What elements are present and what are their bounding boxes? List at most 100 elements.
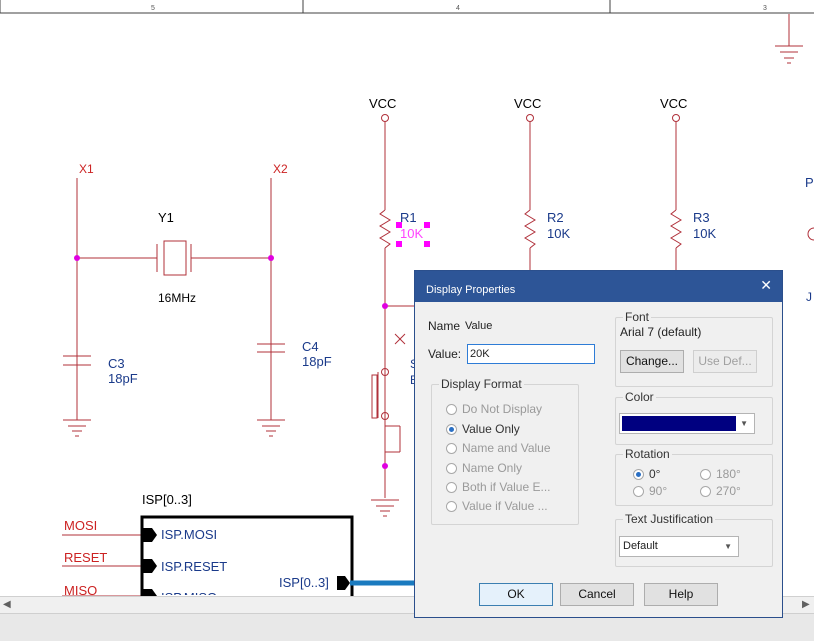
font-title: Font: [623, 310, 652, 324]
resistor-r1-value[interactable]: 10K: [400, 227, 423, 240]
close-icon[interactable]: ✕: [760, 277, 772, 294]
crystal-value[interactable]: 16MHz: [158, 292, 196, 304]
text-justification-title: Text Justification: [623, 512, 716, 526]
radio-label: Name and Value: [462, 441, 551, 455]
ruler-zone-5: 5: [151, 5, 155, 12]
resistor-r3-value[interactable]: 10K: [693, 227, 716, 240]
vcc-label-r2: VCC: [514, 96, 542, 111]
capacitor-c4-value[interactable]: 18pF: [302, 355, 332, 368]
resistor-r3-symbol[interactable]: [670, 209, 682, 249]
scroll-left-icon[interactable]: ◀: [3, 599, 11, 610]
help-button[interactable]: Help: [644, 583, 718, 606]
radio-icon: [446, 482, 457, 493]
use-default-font-button[interactable]: Use Def...: [693, 350, 757, 373]
radio-value-only[interactable]: Value Only: [446, 422, 520, 436]
vcc-label-r1: VCC: [369, 96, 397, 111]
crystal-y1-symbol[interactable]: [156, 240, 192, 276]
value-input[interactable]: 20K: [467, 344, 595, 364]
radio-icon: [446, 443, 457, 454]
ground-symbol-switch: [371, 499, 399, 517]
text-justification-group: Text Justification Default ▼: [615, 512, 773, 567]
radio-checked-icon: [446, 424, 457, 435]
vcc-port-r1[interactable]: [381, 114, 389, 122]
radio-rotation-0[interactable]: 0°: [633, 467, 660, 481]
dialog-title-bar[interactable]: Display Properties ✕: [415, 271, 782, 302]
isp-pin-mosi[interactable]: ISP.MOSI: [161, 528, 217, 541]
vcc-port-r2[interactable]: [526, 114, 534, 122]
radio-label: 180°: [716, 467, 741, 481]
display-properties-dialog: Display Properties ✕ Name Value Value: 2…: [414, 270, 783, 618]
rotation-group: Rotation 0° 180° 90° 270°: [615, 447, 773, 506]
ruler-zone-3: 3: [763, 5, 767, 12]
resistor-r1-designator[interactable]: R1: [400, 211, 417, 224]
radio-checked-icon: [633, 469, 644, 480]
radio-label: 90°: [649, 484, 668, 498]
display-format-title: Display Format: [439, 377, 524, 391]
radio-label: Value Only: [462, 422, 520, 436]
scroll-right-icon[interactable]: ▶: [802, 599, 810, 610]
radio-label: Both if Value E...: [462, 480, 551, 494]
radio-name-only[interactable]: Name Only: [446, 461, 522, 475]
color-dropdown[interactable]: Default ▼: [619, 413, 755, 434]
color-swatch: Default: [622, 416, 736, 431]
isp-pin-reset[interactable]: ISP.RESET: [161, 560, 227, 573]
radio-label: Value if Value ...: [462, 499, 548, 513]
crystal-designator[interactable]: Y1: [158, 211, 174, 224]
resistor-r2-value[interactable]: 10K: [547, 227, 570, 240]
vcc-port-r3[interactable]: [672, 114, 680, 122]
change-font-button[interactable]: Change...: [620, 350, 684, 373]
radio-rotation-90[interactable]: 90°: [633, 484, 667, 498]
radio-label: 0°: [649, 467, 661, 481]
radio-label: Do Not Display: [462, 402, 543, 416]
resistor-r1-symbol[interactable]: [379, 209, 391, 249]
resistor-r2-symbol[interactable]: [524, 209, 536, 249]
capacitor-c4-designator[interactable]: C4: [302, 340, 319, 353]
radio-name-and-value[interactable]: Name and Value: [446, 441, 551, 455]
display-format-group: Display Format Do Not Display Value Only…: [431, 377, 579, 525]
edge-label-j: J: [806, 290, 812, 304]
ground-symbol-top-right: [775, 14, 803, 64]
color-group: Color Default ▼: [615, 390, 773, 445]
isp-bus-port-label[interactable]: ISP[0..3]: [279, 576, 329, 589]
radio-icon: [700, 469, 711, 480]
net-label-x2[interactable]: X2: [273, 163, 288, 175]
ground-symbol-c4: [257, 419, 285, 437]
name-label: Name: [428, 319, 461, 333]
switch-symbol[interactable]: [371, 333, 406, 453]
net-label-x1[interactable]: X1: [79, 163, 94, 175]
isp-block-title[interactable]: ISP[0..3]: [142, 493, 192, 506]
name-value: Value: [465, 320, 493, 332]
capacitor-c3-value[interactable]: 18pF: [108, 372, 138, 385]
partial-port-right: [807, 227, 814, 241]
radio-do-not-display[interactable]: Do Not Display: [446, 402, 542, 416]
zone-ruler: 5 4 3: [0, 0, 814, 14]
radio-label: Name Only: [462, 461, 523, 475]
radio-rotation-180[interactable]: 180°: [700, 467, 741, 481]
radio-icon: [446, 463, 457, 474]
net-label-reset[interactable]: RESET: [64, 551, 107, 564]
ok-button[interactable]: OK: [479, 583, 553, 606]
radio-label: 270°: [716, 484, 741, 498]
radio-rotation-270[interactable]: 270°: [700, 484, 741, 498]
dialog-title: Display Properties: [426, 284, 516, 296]
font-current: Arial 7 (default): [620, 325, 702, 339]
isp-pin-miso[interactable]: ISP.MISO: [161, 591, 217, 595]
radio-icon: [446, 404, 457, 415]
resistor-r2-designator[interactable]: R2: [547, 211, 564, 224]
chevron-down-icon: ▼: [724, 542, 732, 551]
ground-symbol-c3: [63, 419, 91, 437]
text-justification-dropdown[interactable]: Default ▼: [619, 536, 739, 557]
radio-value-if-value[interactable]: Value if Value ...: [446, 499, 548, 513]
radio-both-if-value[interactable]: Both if Value E...: [446, 480, 551, 494]
vcc-label-r3: VCC: [660, 96, 688, 111]
value-label: Value:: [428, 347, 462, 361]
radio-icon: [633, 486, 644, 497]
cancel-button[interactable]: Cancel: [560, 583, 634, 606]
net-label-mosi[interactable]: MOSI: [64, 519, 97, 532]
radio-icon: [446, 501, 457, 512]
capacitor-c3-designator[interactable]: C3: [108, 357, 125, 370]
chevron-down-icon: ▼: [740, 419, 748, 428]
font-group: Font Arial 7 (default) Change... Use Def…: [615, 310, 773, 387]
ruler-zone-4: 4: [456, 5, 460, 12]
resistor-r3-designator[interactable]: R3: [693, 211, 710, 224]
